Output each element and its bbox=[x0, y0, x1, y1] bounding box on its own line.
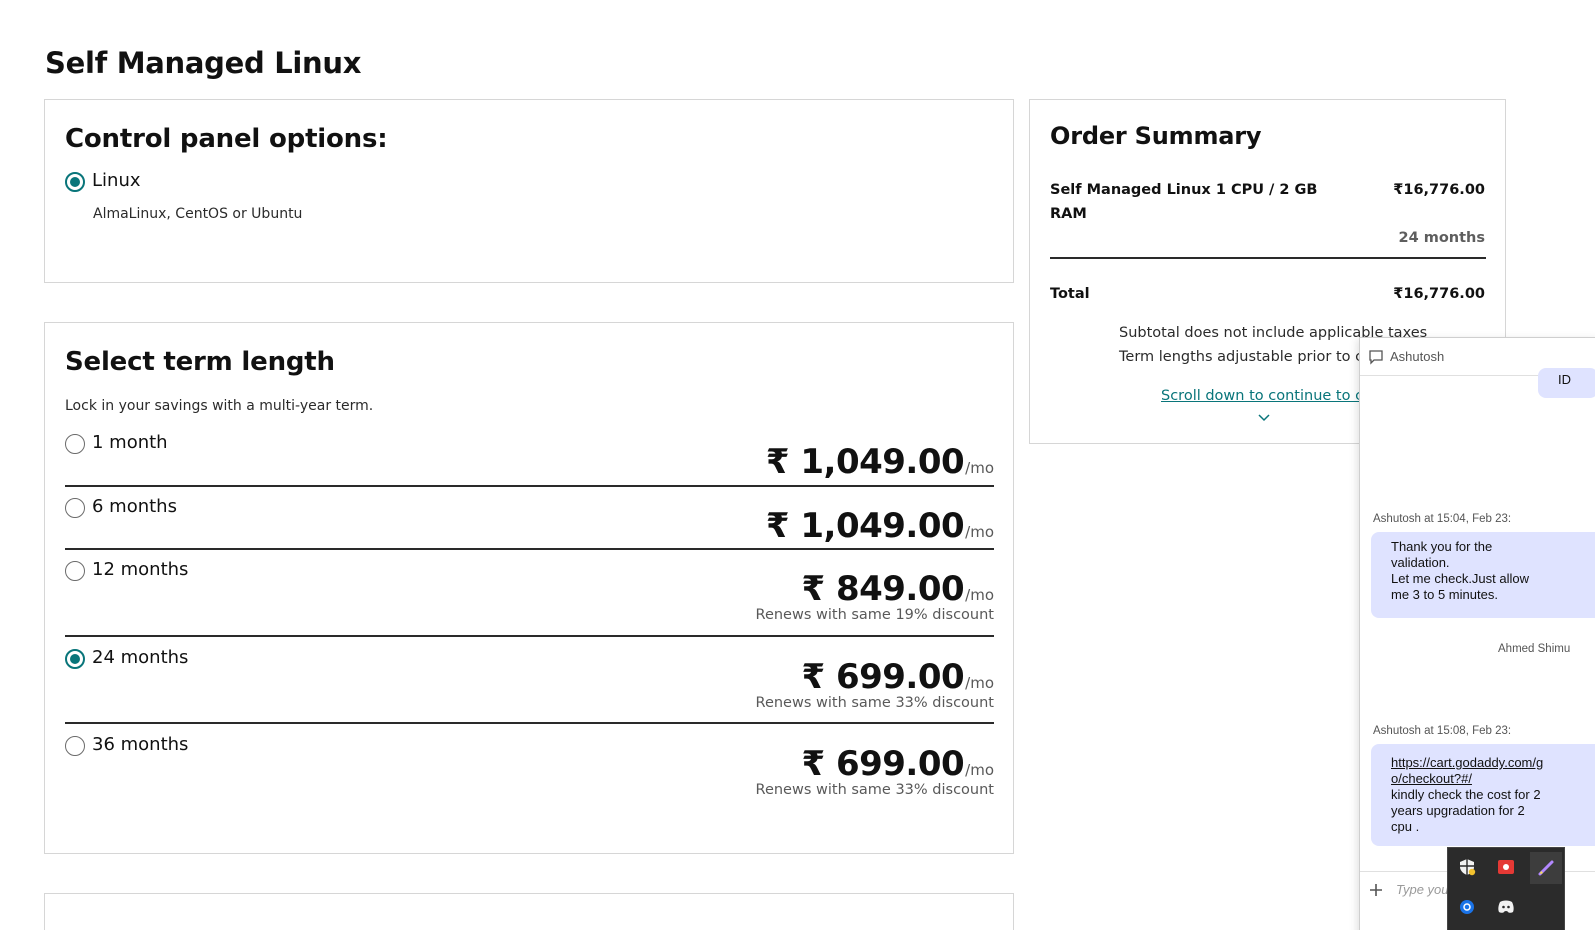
total-label: Total bbox=[1050, 286, 1090, 302]
term-label[interactable]: 24 months bbox=[92, 647, 188, 668]
term-label[interactable]: 36 months bbox=[92, 734, 188, 755]
term-divider bbox=[65, 485, 994, 487]
control-panel-heading: Control panel options: bbox=[65, 124, 388, 154]
term-divider bbox=[65, 635, 994, 637]
discord-icon[interactable] bbox=[1493, 894, 1519, 920]
chat-message-bubble: Thank you for the validation. Let me che… bbox=[1371, 532, 1595, 618]
chat-message-line: Let me check.Just allow bbox=[1391, 571, 1530, 586]
chat-message-link[interactable]: o/checkout?#/ bbox=[1391, 771, 1595, 787]
chat-message-input[interactable]: Type you bbox=[1396, 882, 1449, 897]
screen-recorder-icon[interactable] bbox=[1493, 854, 1519, 880]
chat-message-line: validation. bbox=[1391, 555, 1450, 570]
scroll-down-link[interactable]: Scroll down to continue to ca bbox=[1161, 388, 1372, 404]
term-radio-36-months[interactable] bbox=[65, 736, 85, 756]
term-option-12-months[interactable]: 12 months ₹ 849.00 /mo Renews with same … bbox=[65, 559, 994, 641]
renew-note: Renews with same 33% discount bbox=[755, 782, 994, 798]
security-shield-icon[interactable] bbox=[1454, 854, 1480, 880]
price-unit: /mo bbox=[965, 523, 994, 541]
chat-message-fragment: ID bbox=[1558, 372, 1571, 387]
chat-agent-name: Ahmed Shimu bbox=[1498, 643, 1571, 655]
summary-item-name-cont: RAM bbox=[1050, 206, 1087, 222]
term-price: ₹ 1,049.00 /mo bbox=[766, 442, 994, 482]
summary-item-term: 24 months bbox=[1398, 230, 1485, 246]
total-value: ₹16,776.00 bbox=[1393, 286, 1485, 302]
chat-message-line: Thank you for the bbox=[1391, 539, 1493, 554]
term-option-1-month[interactable]: 1 month ₹ 1,049.00 /mo bbox=[65, 432, 994, 486]
linux-radio-label[interactable]: Linux bbox=[92, 170, 141, 191]
term-option-6-months[interactable]: 6 months ₹ 1,049.00 /mo bbox=[65, 496, 994, 550]
linux-option-description: AlmaLinux, CentOS or Ubuntu bbox=[93, 206, 303, 222]
term-length-heading: Select term length bbox=[65, 347, 335, 377]
term-price: ₹ 699.00 /mo bbox=[801, 744, 994, 784]
price-unit: /mo bbox=[965, 586, 994, 604]
term-label[interactable]: 12 months bbox=[92, 559, 188, 580]
chat-message-meta: Ashutosh at 15:08, Feb 23: bbox=[1373, 725, 1512, 737]
order-summary-heading: Order Summary bbox=[1050, 122, 1262, 150]
system-tray-overflow bbox=[1447, 847, 1565, 930]
term-length-subtitle: Lock in your savings with a multi-year t… bbox=[65, 398, 374, 414]
term-radio-24-months[interactable] bbox=[65, 649, 85, 669]
term-label[interactable]: 1 month bbox=[92, 432, 168, 453]
term-divider bbox=[65, 548, 994, 550]
chat-message-line: years upgradation for 2 bbox=[1391, 803, 1525, 818]
chat-message-line: kindly check the cost for 2 bbox=[1391, 787, 1541, 802]
browser-sync-icon[interactable] bbox=[1454, 894, 1480, 920]
price-amount: ₹ 1,049.00 bbox=[765, 442, 965, 482]
linux-radio[interactable] bbox=[65, 172, 85, 192]
next-section-card bbox=[44, 893, 1014, 930]
chevron-down-icon[interactable] bbox=[1258, 407, 1270, 426]
term-price: ₹ 849.00 /mo bbox=[801, 569, 994, 609]
control-panel-card: Control panel options: Linux AlmaLinux, … bbox=[44, 99, 1014, 283]
page-title: Self Managed Linux bbox=[45, 46, 362, 80]
chat-message-link[interactable]: https://cart.godaddy.com/g bbox=[1391, 755, 1595, 771]
chat-panel: Ashutosh ID Ashutosh at 15:04, Feb 23: T… bbox=[1359, 337, 1595, 930]
term-adjust-note: Term lengths adjustable prior to ch bbox=[1119, 349, 1373, 365]
plus-icon[interactable] bbox=[1368, 882, 1384, 898]
chat-contact-name: Ashutosh bbox=[1390, 349, 1445, 364]
price-unit: /mo bbox=[965, 674, 994, 692]
chat-message-line: cpu . bbox=[1391, 819, 1420, 834]
renew-note: Renews with same 33% discount bbox=[755, 695, 994, 711]
chat-message-meta: Ashutosh at 15:04, Feb 23: bbox=[1373, 513, 1512, 525]
term-label[interactable]: 6 months bbox=[92, 496, 177, 517]
chat-bubble-icon bbox=[1368, 349, 1384, 365]
term-price: ₹ 1,049.00 /mo bbox=[766, 506, 994, 546]
summary-divider bbox=[1050, 257, 1486, 259]
term-option-24-months[interactable]: 24 months ₹ 699.00 /mo Renews with same … bbox=[65, 647, 994, 729]
price-amount: ₹ 699.00 bbox=[801, 744, 965, 784]
renew-note: Renews with same 19% discount bbox=[755, 607, 994, 623]
pen-tool-icon[interactable] bbox=[1530, 852, 1562, 884]
chat-message-bubble: https://cart.godaddy.com/g o/checkout?#/… bbox=[1371, 744, 1595, 846]
term-radio-12-months[interactable] bbox=[65, 561, 85, 581]
chat-message-line: me 3 to 5 minutes. bbox=[1391, 587, 1498, 602]
term-option-36-months[interactable]: 36 months ₹ 699.00 /mo Renews with same … bbox=[65, 734, 994, 816]
term-radio-6-months[interactable] bbox=[65, 498, 85, 518]
price-amount: ₹ 699.00 bbox=[801, 657, 965, 697]
term-price: ₹ 699.00 /mo bbox=[801, 657, 994, 697]
term-radio-1-month[interactable] bbox=[65, 434, 85, 454]
term-length-card: Select term length Lock in your savings … bbox=[44, 322, 1014, 854]
summary-item-price: ₹16,776.00 bbox=[1393, 182, 1485, 198]
summary-item-name: Self Managed Linux 1 CPU / 2 GB bbox=[1050, 182, 1318, 198]
price-unit: /mo bbox=[965, 459, 994, 477]
chat-message-partial: ID bbox=[1538, 368, 1595, 398]
price-unit: /mo bbox=[965, 761, 994, 779]
page: Self Managed Linux Control panel options… bbox=[0, 0, 1595, 930]
price-amount: ₹ 849.00 bbox=[801, 569, 965, 609]
term-divider bbox=[65, 722, 994, 724]
price-amount: ₹ 1,049.00 bbox=[765, 506, 965, 546]
